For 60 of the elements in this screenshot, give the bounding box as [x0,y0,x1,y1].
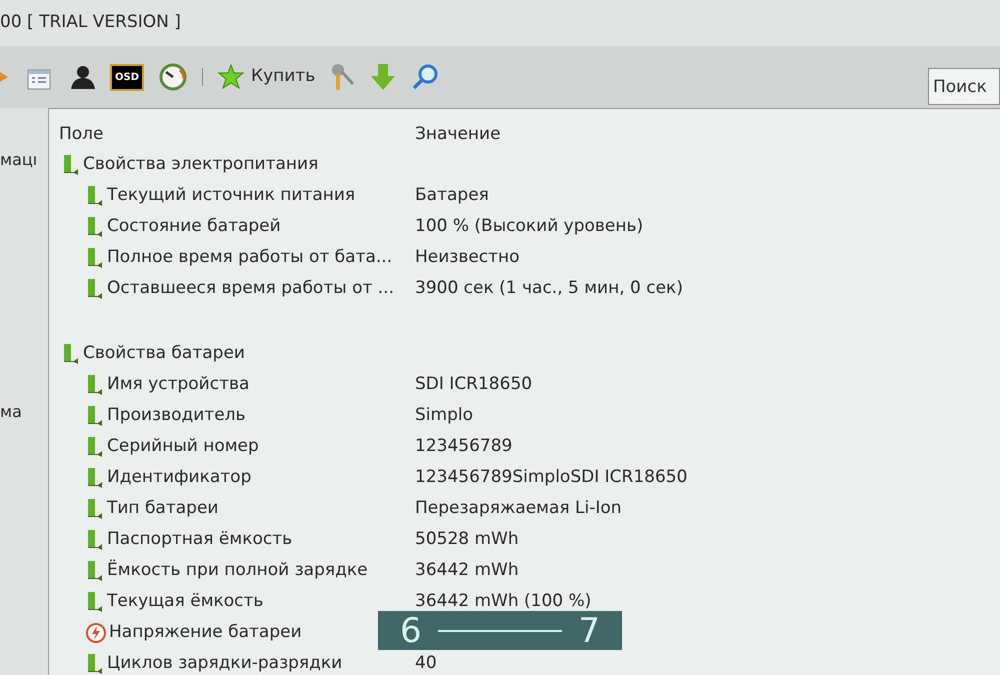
field-value: 50528 mWh [414,531,519,548]
key-icon[interactable] [329,62,356,92]
book-icon [85,184,105,206]
field-value: 3900 сек (1 час., 5 мин, 0 сек) [414,280,683,297]
search-icon[interactable] [411,63,440,91]
star-icon [217,64,246,90]
book-icon [85,652,105,674]
book-icon [85,246,105,268]
book-icon [85,590,105,612]
field-label: Идентификатор [107,469,252,486]
book-icon [61,154,81,176]
field-label: Паспортная ёмкость [107,531,292,548]
field-label: Циклов зарядки-разрядки [107,655,342,672]
search-field[interactable]: Поиск [928,68,1000,105]
field-value: 40 [414,655,437,672]
book-icon [85,404,105,426]
field-value: Батарея [414,187,489,204]
window-title: 00 [ TRIAL VERSION ] [0,11,181,34]
book-icon [85,278,105,300]
book-icon [85,466,105,488]
page-number: 7 [578,614,600,648]
field-label: Состояние батарей [107,218,281,235]
field-value: 100 % (Высокий уровень) [414,218,644,235]
book-icon [61,342,81,364]
field-value: Неизвестно [414,249,520,266]
lightning-icon [85,622,107,644]
field-label: Текущая ёмкость [107,593,264,610]
book-icon [85,560,105,582]
book-icon [85,374,105,396]
tree-item[interactable]: мацı [0,148,46,172]
column-header[interactable]: Значение [405,122,501,147]
field-label: Производитель [107,407,246,424]
page-number: 6 [400,614,422,648]
field-label: Имя устройства [107,376,250,393]
book-icon [85,528,105,550]
field-label: Тип батареи [107,500,218,517]
gauge-icon[interactable] [158,62,188,92]
book-icon [85,498,105,520]
field-label: Полное время работы от бата... [107,249,392,266]
book-icon [85,436,105,458]
field-value: 36442 mWh (100 %) [414,593,592,610]
field-label: Серийный номер [107,438,259,455]
field-label: Текущий источник питания [107,187,356,204]
field-value: 36442 mWh [414,562,519,579]
field-value: SDI ICR18650 [414,376,532,393]
column-header[interactable]: Поле [49,122,405,147]
book-icon [85,216,105,238]
field-label: Ёмкость при полной зарядке [107,562,368,579]
field-value: 123456789SimploSDI ICR18650 [414,469,688,486]
field-value: Перезаряжаемая Li-Ion [414,500,622,517]
person-icon[interactable] [68,63,96,91]
tree-item[interactable]: ма [0,400,46,424]
field-label: Оставшееся время работы от ... [107,280,394,297]
field-label: Свойства электропитания [83,156,318,173]
field-value: Simplo [414,407,473,424]
field-label: Свойства батареи [83,345,245,362]
field-value: 123456789 [414,438,512,455]
buy-button[interactable]: Купить [217,64,316,90]
field-label: Напряжение батареи [109,624,302,641]
osd-button[interactable]: OSD [110,64,144,90]
